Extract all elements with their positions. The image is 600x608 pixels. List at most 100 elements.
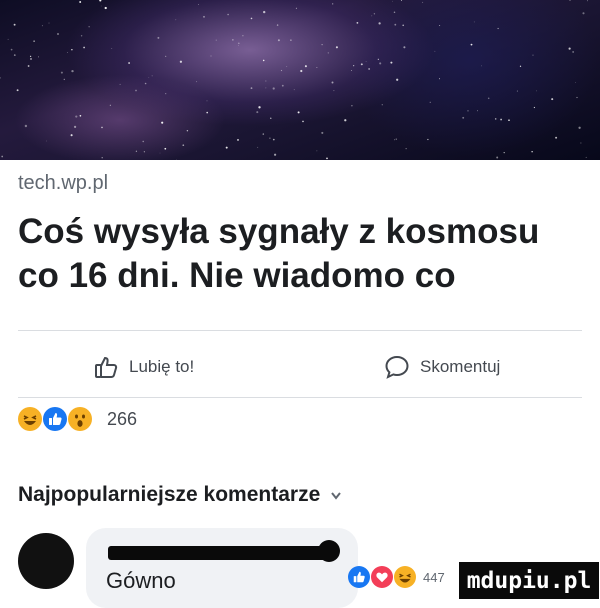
star — [109, 104, 111, 106]
star — [206, 100, 208, 102]
like-button[interactable]: Lubię to! — [93, 353, 194, 381]
star — [321, 43, 323, 46]
star — [293, 89, 295, 91]
star — [257, 146, 259, 148]
star — [587, 0, 588, 2]
star — [60, 71, 63, 74]
wow-icon — [68, 407, 92, 431]
star — [373, 13, 376, 15]
star — [262, 133, 265, 135]
star — [119, 83, 121, 85]
star — [100, 5, 102, 7]
star — [290, 39, 292, 41]
star — [481, 65, 482, 67]
reaction-count: 266 — [107, 408, 138, 429]
star — [494, 118, 497, 120]
star — [300, 69, 303, 73]
comment-button[interactable]: Skomentuj — [384, 353, 500, 381]
star — [45, 140, 47, 142]
star — [258, 106, 261, 109]
star — [551, 98, 554, 101]
love-icon — [371, 566, 393, 588]
star — [470, 43, 473, 46]
star — [368, 68, 370, 70]
star — [238, 45, 239, 46]
star — [175, 19, 177, 21]
star — [371, 15, 373, 17]
star — [67, 52, 68, 53]
star — [351, 70, 352, 71]
star — [16, 89, 19, 92]
chevron-down-icon — [330, 483, 342, 507]
star — [179, 60, 183, 63]
comment-reaction-summary[interactable]: 447 — [348, 566, 445, 588]
star — [344, 119, 347, 122]
star — [295, 7, 297, 9]
star — [37, 56, 40, 58]
star — [381, 104, 383, 106]
star — [265, 87, 267, 89]
star — [111, 48, 113, 49]
star — [101, 157, 103, 159]
star — [148, 76, 150, 78]
comment-reaction-count: 447 — [423, 569, 445, 585]
star — [63, 78, 65, 81]
star — [377, 58, 379, 60]
star — [477, 110, 478, 112]
star — [327, 52, 329, 54]
star — [176, 159, 178, 160]
star — [321, 131, 324, 134]
star — [353, 65, 355, 67]
star — [582, 12, 585, 15]
star — [165, 93, 167, 95]
article-headline[interactable]: Coś wysyła sygnały z kosmosu co 16 dni. … — [18, 210, 578, 298]
star — [75, 115, 78, 118]
article-image-space[interactable] — [0, 0, 600, 160]
star — [29, 55, 32, 57]
star — [13, 23, 16, 26]
star — [395, 138, 397, 140]
star — [405, 148, 407, 150]
star — [225, 146, 228, 149]
star — [227, 13, 229, 16]
star — [402, 24, 405, 27]
star — [500, 118, 503, 121]
star — [272, 138, 275, 141]
star — [394, 23, 397, 26]
star — [396, 78, 399, 81]
haha-icon — [18, 407, 42, 431]
star — [585, 156, 587, 158]
comment-label: Skomentuj — [420, 357, 501, 376]
star — [269, 137, 271, 139]
star — [165, 55, 167, 57]
star — [580, 142, 582, 144]
star — [104, 6, 107, 10]
like-icon — [43, 407, 67, 431]
star — [182, 144, 185, 147]
divider-bottom — [18, 397, 582, 398]
star — [333, 90, 335, 92]
star — [70, 134, 73, 137]
comment-icon — [384, 354, 410, 380]
star — [13, 54, 16, 56]
star — [128, 62, 131, 64]
commenter-avatar[interactable] — [18, 533, 74, 589]
article-source[interactable]: tech.wp.pl — [18, 172, 108, 195]
star — [56, 32, 60, 36]
haha-icon — [394, 566, 416, 588]
star — [403, 46, 406, 49]
star — [101, 126, 103, 129]
star — [24, 124, 28, 128]
star — [210, 55, 212, 57]
star — [83, 46, 85, 49]
star — [270, 117, 272, 119]
star — [79, 1, 82, 3]
star — [575, 81, 577, 83]
star — [516, 90, 518, 92]
star — [360, 63, 363, 66]
reaction-summary[interactable]: 266 — [18, 407, 137, 431]
star — [439, 25, 441, 27]
star — [519, 65, 522, 67]
comment-sort-dropdown[interactable]: Najpopularniejsze komentarze — [18, 483, 342, 507]
star — [206, 111, 208, 114]
